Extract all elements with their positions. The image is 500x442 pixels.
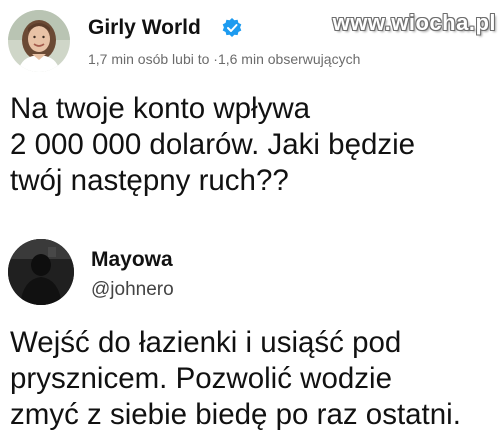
post2-line: zmyć z siebie biedę po raz ostatni. xyxy=(10,398,461,431)
dark-figure-avatar-icon xyxy=(8,239,74,305)
author-name[interactable]: Girly World xyxy=(88,16,201,40)
post1-line: twój następny ruch?? xyxy=(10,164,289,197)
post1-text: Na twoje konto wpływa 2 000 000 dolarów.… xyxy=(10,91,495,199)
post1-line: Na twoje konto wpływa xyxy=(10,92,311,125)
profile-avatar[interactable] xyxy=(8,10,70,72)
reply-author-name[interactable]: Mayowa xyxy=(91,248,173,272)
follower-stats: 1,7 min osób lubi to ·1,6 min obserwując… xyxy=(88,51,361,67)
post2-header: Mayowa @johnero xyxy=(8,235,492,311)
post1-header: Girly World 1,7 min osób lubi to ·1,6 mi… xyxy=(8,6,492,74)
reply-author-handle[interactable]: @johnero xyxy=(91,279,174,301)
post2-text: Wejść do łazienki i usiąść pod prysznice… xyxy=(10,325,498,433)
post1-line: 2 000 000 dolarów. Jaki będzie xyxy=(10,128,416,161)
woman-portrait-avatar-icon xyxy=(8,10,70,72)
verified-badge-icon xyxy=(222,18,242,37)
post2-line: prysznicem. Pozwolić wodzie xyxy=(10,362,392,395)
post2-line: Wejść do łazienki i usiąść pod xyxy=(10,326,402,359)
reply-avatar[interactable] xyxy=(8,239,74,305)
